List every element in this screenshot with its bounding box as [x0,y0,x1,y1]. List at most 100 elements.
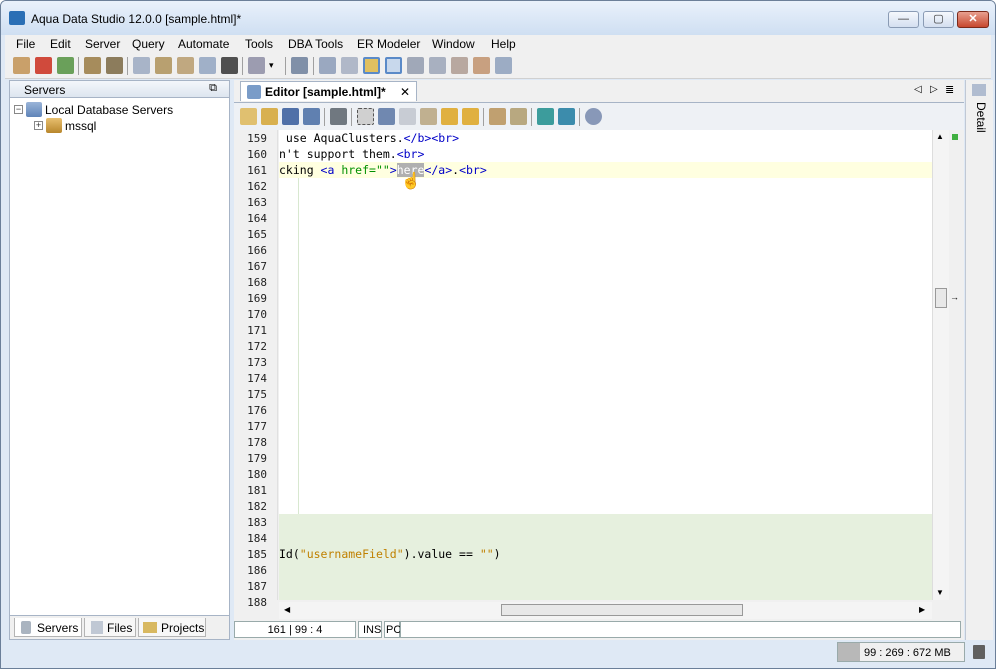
collapse-icon[interactable]: − [14,105,23,114]
tab-files[interactable]: Files [84,618,136,637]
scrollbar-thumb[interactable] [935,288,947,308]
tab-editor-sample[interactable]: Editor [sample.html]* ✕ [240,81,417,101]
prev-tab-icon[interactable]: ◁ [914,84,922,95]
print-icon[interactable] [330,108,347,125]
line-number: 181 [247,484,267,497]
menu-dba-tools[interactable]: DBA Tools [288,37,343,51]
list-view-icon[interactable] [429,57,446,74]
app-status-bar: 99 : 269 : 672 MB [1,640,995,668]
menu-query[interactable]: Query [132,37,165,51]
code-token: ).value == [403,547,480,561]
undo-icon[interactable] [441,108,458,125]
query-window-icon[interactable] [133,57,150,74]
remove-connection-icon[interactable] [35,57,52,74]
open-folder-icon[interactable] [261,108,278,125]
splitter-handle-icon[interactable]: → [950,292,959,302]
export-icon[interactable] [407,57,424,74]
vertical-scrollbar[interactable]: ▲ ▼ [932,130,949,600]
tab-servers[interactable]: Servers [14,618,82,637]
schema-script-icon[interactable] [291,57,308,74]
tools-dropdown-icon[interactable] [248,57,265,74]
window-layout-icon[interactable] [495,57,512,74]
find-icon[interactable] [585,108,602,125]
horizontal-scrollbar[interactable]: ◀ ▶ [279,602,932,619]
copy-icon[interactable] [399,108,416,125]
tab-list-icon[interactable]: ≣ [945,83,954,96]
minimize-button[interactable]: — [888,11,919,28]
next-tab-icon[interactable]: ▷ [930,84,938,95]
restore-panel-icon[interactable]: ⧉ [209,82,217,95]
scroll-up-icon[interactable]: ▲ [936,132,944,141]
redo-icon[interactable] [462,108,479,125]
menu-server[interactable]: Server [85,37,120,51]
code-token: "" [479,547,494,561]
code-line-185: Id("usernameField").value == "") [279,547,501,561]
sidebar-toggle-icon[interactable] [363,57,380,74]
insert-mode: INS [358,621,382,638]
servers-panel-title: Servers [24,83,66,97]
chevron-down-icon[interactable]: ▾ [269,60,274,71]
menu-edit[interactable]: Edit [50,37,71,51]
grid-view-icon[interactable] [319,57,336,74]
detail-tab[interactable]: Detail [968,102,988,133]
detail-panel-icon[interactable] [972,84,986,96]
line-number: 164 [247,212,267,225]
execute-icon[interactable] [199,57,216,74]
menu-automate[interactable]: Automate [178,37,229,51]
table-view-icon[interactable] [385,57,402,74]
new-connection-icon[interactable] [13,57,30,74]
scroll-left-icon[interactable]: ◀ [284,605,290,614]
tree-node-mssql[interactable]: + mssql [34,118,96,133]
split-view-icon[interactable] [341,57,358,74]
trash-icon[interactable] [973,645,985,659]
line-number: 178 [247,436,267,449]
code-token: > [389,163,397,177]
save-as-icon[interactable] [303,108,320,125]
register-server-icon[interactable] [84,57,101,74]
shell-icon[interactable] [221,57,238,74]
select-icon[interactable] [357,108,374,125]
close-button[interactable]: ✕ [957,11,989,28]
tree-label-mssql: mssql [65,118,97,133]
code-token: use AquaClusters. [279,131,404,145]
menu-er-modeler[interactable]: ER Modeler [357,37,420,51]
save-icon[interactable] [282,108,299,125]
format-icon[interactable] [489,108,506,125]
menu-window[interactable]: Window [432,37,475,51]
line-number: 177 [247,420,267,433]
h-scrollbar-thumb[interactable] [501,604,743,616]
maximize-button[interactable]: ▢ [923,11,954,28]
menu-help[interactable]: Help [491,37,516,51]
code-token: <a [320,163,342,177]
visual-query-icon[interactable] [177,57,194,74]
query-analyzer-icon[interactable] [155,57,172,74]
html-file-icon [247,85,261,99]
line-number: 172 [247,340,267,353]
lowercase-icon[interactable] [558,108,575,125]
new-file-icon[interactable] [240,108,257,125]
paste-icon[interactable] [420,108,437,125]
scroll-down-icon[interactable]: ▼ [936,588,944,597]
cut-icon[interactable] [378,108,395,125]
server-properties-icon[interactable] [106,57,123,74]
line-number: 173 [247,356,267,369]
line-number: 174 [247,372,267,385]
tab-projects[interactable]: Projects [138,618,206,637]
memory-indicator[interactable]: 99 : 269 : 672 MB [837,642,965,662]
uppercase-icon[interactable] [537,108,554,125]
editor-panel: Editor [sample.html]* ✕ ◁ ▷ ≣ 159 160 16… [234,80,964,640]
app-icon [9,11,25,25]
expand-icon[interactable]: + [34,121,43,130]
chart-icon[interactable] [473,57,490,74]
connect-icon[interactable] [57,57,74,74]
tree-node-local-servers[interactable]: − Local Database Servers [14,102,173,117]
menu-file[interactable]: File [16,37,35,51]
compare-icon[interactable] [451,57,468,74]
close-tab-icon[interactable]: ✕ [400,85,410,99]
menu-tools[interactable]: Tools [245,37,273,51]
code-token: <br> [459,163,487,177]
scroll-right-icon[interactable]: ▶ [919,605,925,614]
tab-files-label: Files [107,621,133,635]
validate-icon[interactable] [510,108,527,125]
code-editor[interactable]: use AquaClusters.</b><br> n't support th… [279,130,932,600]
